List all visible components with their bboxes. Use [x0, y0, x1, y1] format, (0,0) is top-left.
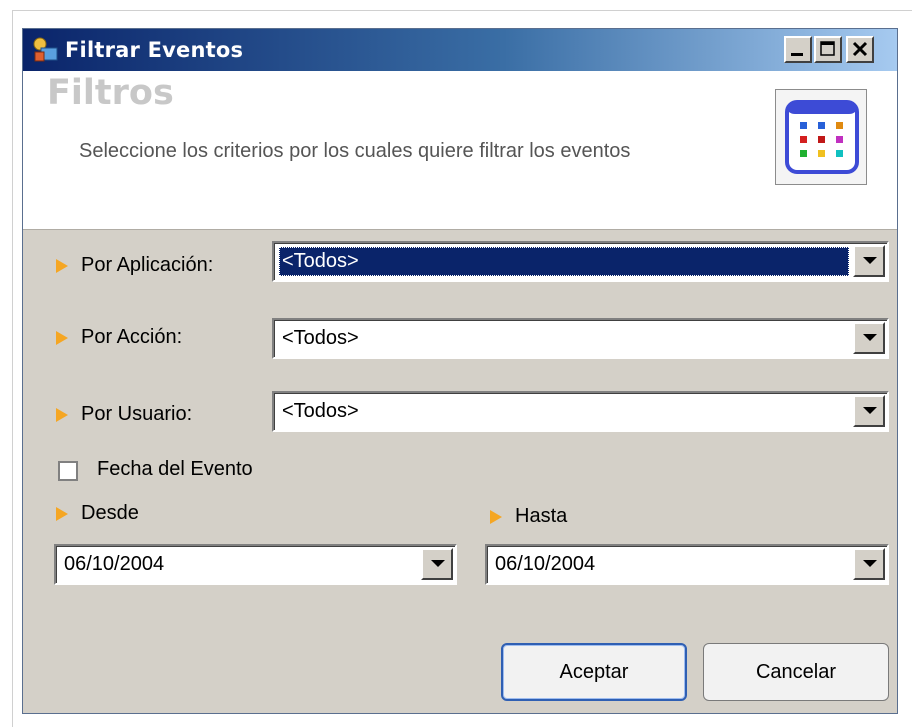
from-date-picker[interactable]: 06/10/2004	[54, 544, 457, 585]
action-filter-label-group: Por Acción:	[55, 326, 182, 349]
user-filter-value: <Todos>	[282, 400, 359, 422]
orange-arrow-icon	[56, 506, 68, 521]
header-title: Filtros	[47, 73, 174, 113]
cancel-button[interactable]: Cancelar	[703, 643, 889, 701]
orange-arrow-icon	[56, 407, 68, 422]
action-filter-dropdown-button[interactable]	[853, 322, 885, 354]
from-label: Desde	[81, 502, 139, 524]
to-date-dropdown-button[interactable]	[853, 548, 885, 580]
title-bar[interactable]: Filtrar Eventos	[23, 29, 897, 71]
event-date-checkbox-label[interactable]: Fecha del Evento	[97, 458, 253, 481]
filter-events-icon	[33, 37, 58, 62]
action-filter-select[interactable]: <Todos>	[272, 318, 889, 359]
dialog-header: Filtros Seleccione los criterios por los…	[23, 71, 897, 230]
event-date-checkbox[interactable]	[58, 461, 78, 481]
header-description: Seleccione los criterios por los cuales …	[79, 140, 631, 162]
from-date-dropdown-button[interactable]	[421, 548, 453, 580]
user-filter-label: Por Usuario:	[81, 403, 193, 425]
chevron-down-icon	[431, 560, 445, 567]
app-filter-label-group: Por Aplicación:	[55, 254, 213, 277]
window-title: Filtrar Eventos	[65, 38, 244, 62]
chevron-down-icon	[863, 334, 877, 341]
accept-button[interactable]: Aceptar	[501, 643, 687, 701]
action-filter-value: <Todos>	[282, 327, 359, 349]
minimize-button[interactable]	[784, 36, 812, 63]
colored-grid-icon	[785, 100, 859, 174]
chevron-down-icon	[863, 560, 877, 567]
to-label: Hasta	[515, 505, 568, 527]
app-filter-label: Por Aplicación:	[81, 254, 214, 276]
to-label-group: Hasta	[489, 505, 567, 528]
orange-arrow-icon	[56, 258, 68, 273]
to-date-picker[interactable]: 06/10/2004	[485, 544, 889, 585]
chevron-down-icon	[863, 407, 877, 414]
from-label-group: Desde	[55, 502, 139, 525]
close-icon	[852, 41, 868, 57]
to-date-value: 06/10/2004	[495, 553, 596, 575]
maximize-icon	[820, 41, 835, 56]
minimize-icon	[791, 53, 803, 56]
orange-arrow-icon	[490, 509, 502, 524]
from-date-value: 06/10/2004	[64, 553, 165, 575]
action-filter-label: Por Acción:	[81, 326, 183, 348]
chevron-down-icon	[863, 257, 877, 264]
app-filter-value: <Todos>	[279, 247, 849, 276]
close-button[interactable]	[846, 36, 874, 63]
filter-events-dialog: Filtrar Eventos Filtros Seleccione los c…	[22, 28, 898, 714]
user-filter-select[interactable]: <Todos>	[272, 391, 889, 432]
app-filter-dropdown-button[interactable]	[853, 245, 885, 277]
orange-arrow-icon	[56, 330, 68, 345]
user-filter-dropdown-button[interactable]	[853, 395, 885, 427]
user-filter-label-group: Por Usuario:	[55, 403, 192, 426]
maximize-button[interactable]	[814, 36, 842, 63]
header-icon-frame	[775, 89, 867, 185]
app-filter-select[interactable]: <Todos>	[272, 241, 889, 282]
